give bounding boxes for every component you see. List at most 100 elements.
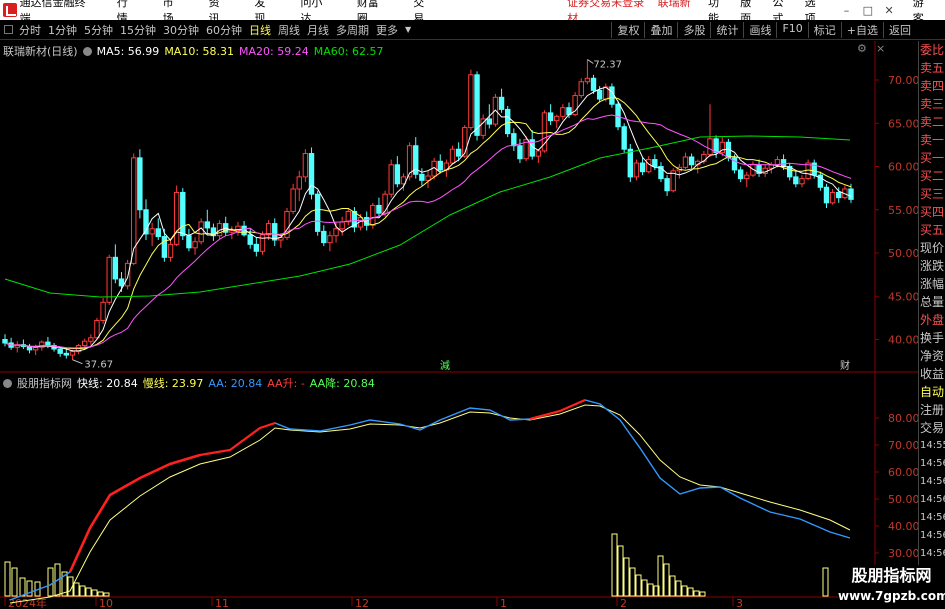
candle-body-0	[2, 339, 8, 344]
fast-line-label: 快线: 20.84	[77, 377, 138, 390]
side-item-22: 14:55	[920, 440, 945, 451]
indicator-bar-30	[699, 591, 706, 597]
main-legend-extra-icon[interactable]: ⚙	[857, 42, 867, 55]
tool-overlay[interactable]: 叠加	[644, 21, 677, 38]
candle-body-15	[94, 319, 100, 339]
candle-body-89	[547, 112, 554, 122]
indicator-settings-icon[interactable]	[3, 378, 12, 388]
ma5-label: MA5: 56.99	[96, 44, 160, 58]
kline-chart[interactable]: 70.00 65.00 60.00 55.00 50.00 45.00 40.00 80.00…	[0, 41, 918, 609]
more-chevron-icon[interactable]: ▼	[405, 25, 411, 34]
slow-line-label: 慢线: 23.97	[142, 377, 204, 390]
slow-line	[9, 404, 851, 604]
x-tick-label-1: 10	[99, 597, 113, 609]
candle-body-50	[308, 153, 315, 195]
price-tick-label-5: 45.00	[888, 290, 918, 303]
tool-add-watchlist[interactable]: +自选	[840, 21, 883, 38]
candle-body-11	[69, 351, 76, 356]
tab-intraday[interactable]: 分时	[19, 22, 41, 38]
minimize-icon[interactable]: –	[837, 4, 856, 17]
aa-label: AA: 20.84	[208, 376, 263, 390]
indicator-title[interactable]: 股朋指标网	[17, 375, 72, 391]
candle-body-24	[149, 228, 155, 235]
trade-not-logged-in[interactable]: 证券交易未登录	[567, 0, 644, 9]
tool-mark[interactable]: 标记	[807, 21, 841, 38]
aa-up-label: AA升: -	[267, 377, 305, 390]
x-tick-label-5: 2	[620, 597, 627, 609]
candle-body-108	[664, 178, 670, 192]
indicator-bar-19	[635, 574, 642, 597]
price-tick-label-2: 60.00	[888, 161, 918, 174]
candle-body-101	[621, 126, 627, 150]
candle-body-106	[652, 159, 658, 168]
candle-body-31	[192, 241, 198, 249]
tab-30min[interactable]: 30分钟	[163, 22, 199, 38]
fast-line	[9, 399, 851, 601]
side-item-26: 14:56	[920, 512, 945, 523]
candle-body-47	[290, 188, 296, 212]
tab-more[interactable]: 更多	[376, 22, 398, 38]
event-tag-reduce: 減	[440, 359, 450, 372]
tool-multi-stock[interactable]: 多股	[677, 21, 710, 38]
candle-body-64	[394, 164, 401, 185]
ind-tick-label-0: 80.00	[888, 412, 918, 425]
ind-tick-label-2: 60.00	[888, 466, 918, 479]
tool-draw-line[interactable]: 画线	[743, 21, 776, 38]
side-item-9: 买四	[920, 205, 945, 219]
main-legend-close-icon[interactable]: ×	[876, 42, 885, 55]
candle-body-25	[155, 228, 161, 238]
tab-15min[interactable]: 15分钟	[120, 22, 156, 38]
candle-body-27	[167, 243, 174, 258]
tab-1min[interactable]: 1分钟	[48, 22, 77, 38]
tool-adjust[interactable]: 复权	[611, 21, 644, 38]
timeframe-tabs: 分时 1分钟 5分钟 15分钟 30分钟 60分钟 日线 周线 月线 多周期 更…	[19, 22, 418, 38]
maximize-icon[interactable]: □	[858, 4, 877, 17]
tab-5min[interactable]: 5分钟	[84, 22, 113, 38]
tab-multi-period[interactable]: 多周期	[336, 22, 369, 38]
side-item-21[interactable]: 交易	[919, 419, 945, 437]
candle-body-138	[848, 188, 854, 200]
indicator-bar-5	[47, 567, 54, 597]
low-annotation: 37.67	[84, 360, 113, 371]
indicator-bar-24	[663, 563, 670, 597]
side-item-17: 净资	[920, 349, 945, 363]
chart-tools: 复权 叠加 多股 统计 画线 F10 标记 +自选 返回	[611, 21, 945, 38]
indicator-bar-1	[11, 567, 18, 597]
indicator-bar-2	[19, 577, 26, 597]
candle-body-103	[633, 162, 640, 178]
side-item-2: 卖四	[920, 79, 945, 93]
candle-body-63	[388, 164, 394, 195]
x-tick-label-6: 3	[736, 597, 743, 609]
indicator-bar-26	[675, 580, 682, 597]
watermark-url: www.7gpzb.com	[838, 589, 945, 603]
aa-down-label: AA降: 20.84	[309, 377, 375, 390]
candle-body-127	[780, 159, 787, 168]
price-tick-label-6: 40.00	[888, 334, 918, 347]
side-item-20[interactable]: 注册	[919, 401, 945, 419]
candle-body-96	[590, 77, 597, 91]
tab-60min[interactable]: 60分钟	[206, 22, 242, 38]
side-item-28: 14:56	[920, 548, 945, 559]
candle-body-40	[247, 234, 253, 245]
tab-monthly[interactable]: 月线	[307, 22, 329, 38]
candle-body-17	[106, 256, 112, 303]
side-item-24: 14:56	[920, 476, 945, 487]
close-icon[interactable]: ✕	[879, 4, 898, 17]
settings-circle-icon[interactable]	[82, 46, 92, 56]
toggle-box-icon[interactable]	[4, 25, 13, 34]
side-item-19[interactable]: 自动	[919, 383, 945, 401]
ind-tick-label-1: 70.00	[888, 439, 918, 452]
side-item-18: 收益	[920, 367, 945, 381]
indicator-bar-21	[647, 583, 654, 597]
tab-weekly[interactable]: 周线	[278, 22, 300, 38]
side-item-27: 14:56	[920, 530, 945, 541]
candle-body-22	[137, 157, 143, 211]
candle-body-87	[535, 150, 542, 157]
candle-body-54	[333, 228, 339, 237]
side-item-11: 现价	[920, 241, 945, 255]
tab-daily[interactable]: 日线	[249, 22, 271, 38]
tool-statistics[interactable]: 统计	[710, 21, 743, 38]
tool-f10[interactable]: F10	[776, 21, 807, 38]
tool-back[interactable]: 返回	[883, 21, 916, 38]
candle-body-104	[639, 162, 646, 173]
